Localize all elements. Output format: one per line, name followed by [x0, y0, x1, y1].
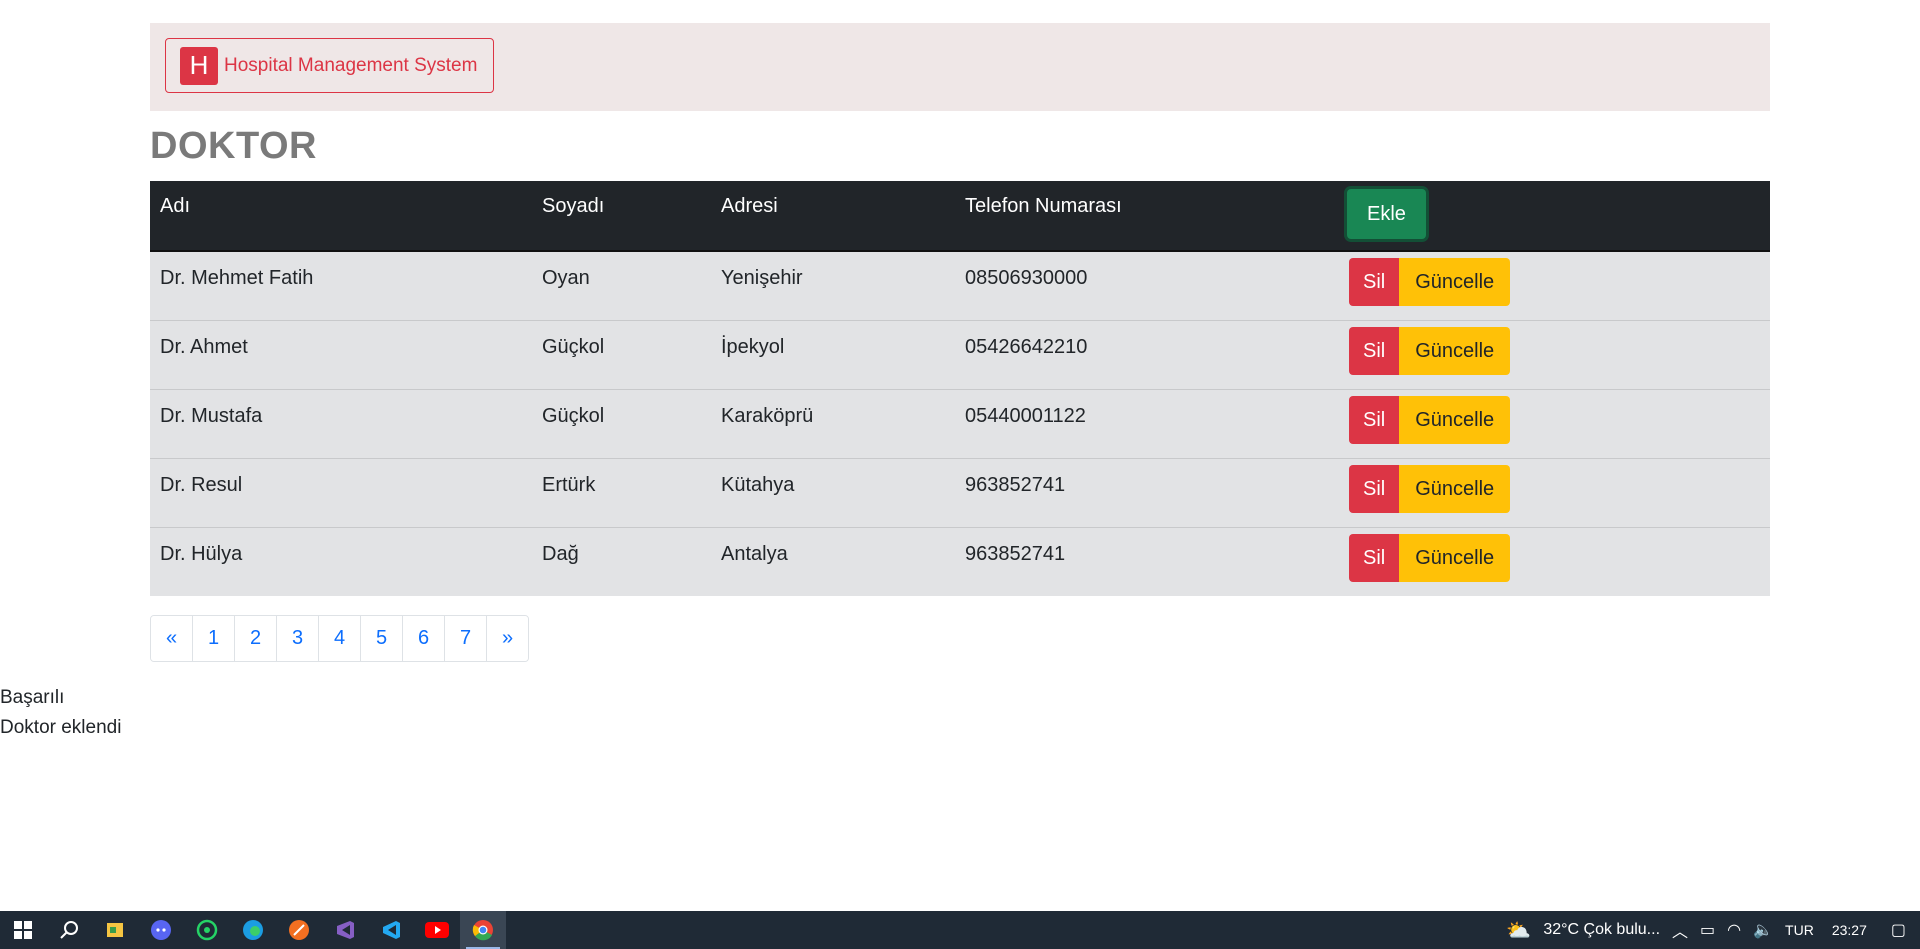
cell-phone: 05440001122: [965, 404, 1086, 427]
pagination: « 1 2 3 4 5 6 7 »: [150, 615, 529, 662]
column-header-surname: Soyadı: [532, 181, 711, 252]
edge-icon[interactable]: [230, 911, 276, 949]
cell-phone: 963852741: [965, 542, 1066, 565]
cell-surname: Güçkol: [542, 335, 605, 358]
cell-name: Dr. Ahmet: [160, 335, 248, 358]
cell-actions: Sil Güncelle: [1335, 320, 1770, 389]
notification-icon[interactable]: ▢: [1891, 920, 1906, 940]
page-title: DOKTOR: [150, 125, 317, 167]
update-button[interactable]: Güncelle: [1399, 258, 1511, 306]
brand-text: Hospital Management System: [224, 54, 478, 76]
weather-text[interactable]: 32°C Çok bulu...: [1543, 921, 1660, 939]
cell-address: İpekyol: [721, 335, 785, 358]
table-header-row: Adı Soyadı Adresi Telefon Numarası Ekle: [150, 181, 1770, 252]
table-row: Dr. Ahmet Güçkol İpekyol 05426642210 Sil…: [150, 320, 1770, 389]
cell-address: Yenişehir: [721, 267, 803, 289]
system-tray: ⛅ 32°C Çok bulu... ︿ ▭ ◠ 🔈 TUR 23:27 ▢: [1500, 911, 1920, 949]
cell-surname: Oyan: [542, 267, 590, 289]
page-6[interactable]: 6: [403, 616, 445, 661]
vscode-icon[interactable]: [368, 911, 414, 949]
page-2[interactable]: 2: [235, 616, 277, 661]
update-button[interactable]: Güncelle: [1399, 326, 1511, 375]
whatsapp-icon[interactable]: [184, 911, 230, 949]
cell-address: Karaköprü: [721, 404, 814, 427]
column-header-address: Adresi: [711, 181, 955, 252]
wifi-icon[interactable]: ◠: [1727, 920, 1741, 940]
table-row: Dr. Mehmet Fatih Oyan Yenişehir 08506930…: [150, 251, 1770, 320]
page-4[interactable]: 4: [319, 616, 361, 661]
cell-surname: Güçkol: [542, 404, 605, 427]
brand-link[interactable]: H Hospital Management System: [165, 38, 495, 93]
cell-actions: Sil Güncelle: [1335, 527, 1770, 596]
cell-actions: Sil Güncelle: [1335, 251, 1770, 320]
app-icon[interactable]: [276, 911, 322, 949]
youtube-icon[interactable]: [414, 911, 460, 949]
table-row: Dr. Hülya Dağ Antalya 963852741 Sil Günce…: [150, 527, 1770, 596]
visual-studio-icon[interactable]: [322, 911, 368, 949]
chrome-icon[interactable]: [460, 911, 506, 949]
cell-name: Dr. Resul: [160, 473, 243, 496]
page-1[interactable]: 1: [193, 616, 235, 661]
update-button[interactable]: Güncelle: [1399, 395, 1511, 444]
cell-actions: Sil Güncelle: [1335, 458, 1770, 527]
status-message-title: Başarılı: [0, 687, 65, 708]
page-next[interactable]: »: [487, 616, 528, 661]
cell-address: Kütahya: [721, 473, 795, 496]
add-doctor-button[interactable]: Ekle: [1347, 189, 1426, 239]
page-3[interactable]: 3: [277, 616, 319, 661]
file-manager-icon[interactable]: [92, 911, 138, 949]
cell-name: Dr. Hülya: [160, 542, 243, 565]
page-previous[interactable]: «: [151, 616, 193, 661]
delete-button[interactable]: Sil: [1349, 533, 1400, 582]
cell-name: Dr. Mehmet Fatih: [160, 267, 314, 289]
cell-surname: Dağ: [542, 542, 579, 565]
volume-icon[interactable]: 🔈: [1753, 920, 1773, 940]
cell-actions: Sil Güncelle: [1335, 389, 1770, 458]
navbar: H Hospital Management System: [150, 23, 1770, 111]
table-row: Dr. Resul Ertürk Kütahya 963852741 Sil Gü…: [150, 458, 1770, 527]
page-7[interactable]: 7: [445, 616, 487, 661]
delete-button[interactable]: Sil: [1349, 395, 1400, 444]
weather-icon[interactable]: ⛅: [1506, 918, 1531, 943]
cell-phone: 08506930000: [965, 267, 1088, 289]
column-header-phone: Telefon Numarası: [955, 181, 1335, 252]
discord-icon[interactable]: [138, 911, 184, 949]
cell-phone: 05426642210: [965, 335, 1088, 358]
delete-button[interactable]: Sil: [1349, 464, 1400, 513]
chevron-up-icon[interactable]: ︿: [1672, 918, 1688, 942]
delete-button[interactable]: Sil: [1349, 326, 1400, 375]
cell-name: Dr. Mustafa: [160, 404, 263, 427]
page-5[interactable]: 5: [361, 616, 403, 661]
windows-start-icon[interactable]: [0, 911, 46, 949]
update-button[interactable]: Güncelle: [1399, 533, 1511, 582]
hospital-logo-icon: H: [180, 46, 218, 85]
column-header-name: Adı: [150, 181, 532, 252]
doctor-table: Adı Soyadı Adresi Telefon Numarası Ekle …: [150, 181, 1770, 596]
cell-surname: Ertürk: [542, 473, 596, 496]
clock[interactable]: 23:27: [1832, 922, 1867, 938]
status-message-text: Doktor eklendi: [0, 717, 122, 738]
table-row: Dr. Mustafa Güçkol Karaköprü 05440001122…: [150, 389, 1770, 458]
windows-taskbar: ⛅ 32°C Çok bulu... ︿ ▭ ◠ 🔈 TUR 23:27 ▢: [0, 911, 1920, 949]
cell-address: Antalya: [721, 542, 788, 565]
search-icon[interactable]: [46, 911, 92, 949]
column-header-actions: Ekle: [1335, 181, 1770, 252]
update-button[interactable]: Güncelle: [1399, 464, 1511, 513]
delete-button[interactable]: Sil: [1349, 258, 1400, 306]
language-indicator[interactable]: TUR: [1785, 922, 1814, 938]
cell-phone: 963852741: [965, 473, 1066, 496]
battery-icon[interactable]: ▭: [1700, 920, 1715, 940]
